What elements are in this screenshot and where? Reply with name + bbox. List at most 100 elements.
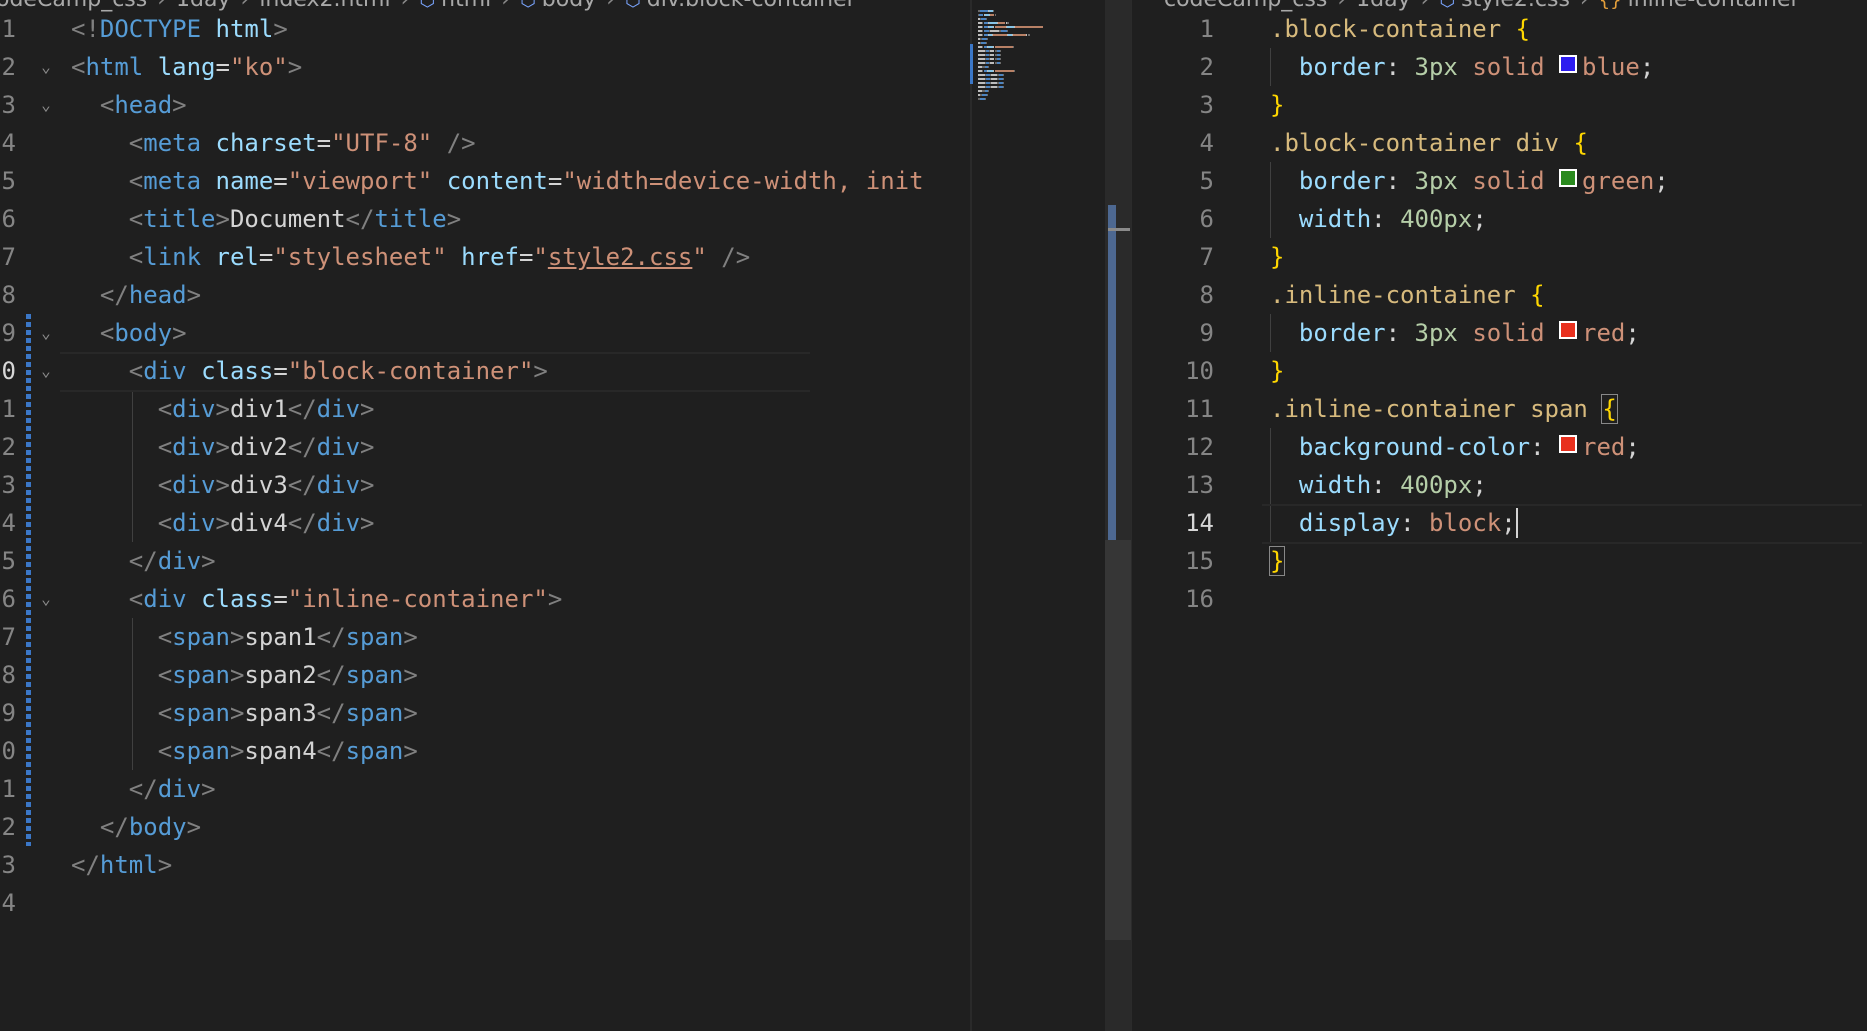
chevron-down-icon[interactable]: ⌄ — [36, 86, 56, 124]
code-token: </ — [287, 395, 317, 423]
code-token: solid — [1472, 167, 1545, 195]
chevron-down-icon[interactable]: ⌄ — [36, 314, 56, 352]
code-line[interactable]: <head> — [71, 86, 187, 124]
code-token: background-color — [1298, 433, 1531, 461]
code-token: < — [157, 623, 173, 651]
code-line[interactable]: border: 3px solid blue; — [1270, 48, 1654, 86]
current-line-highlight — [60, 352, 810, 392]
code-line[interactable]: width: 400px; — [1270, 466, 1487, 504]
code-line[interactable]: </div> — [71, 542, 216, 580]
breadcrumb-item[interactable]: inline-container — [1628, 0, 1800, 12]
code-token: "stylesheet" — [273, 243, 447, 271]
code-line[interactable]: border: 3px solid red; — [1270, 314, 1640, 352]
code-token: 3px — [1414, 319, 1458, 347]
code-line[interactable]: <div>div3</div> — [71, 466, 375, 504]
code-line[interactable]: width: 400px; — [1270, 200, 1487, 238]
code-line[interactable]: } — [1268, 542, 1286, 580]
code-line[interactable]: .block-container { — [1270, 10, 1530, 48]
color-swatch[interactable] — [1559, 55, 1578, 73]
code-line[interactable]: <div class="inline-container"> — [71, 580, 563, 618]
line-number: 0 — [1, 737, 16, 765]
code-line[interactable]: <body> — [71, 314, 187, 352]
code-token: charset — [215, 129, 317, 157]
code-line[interactable]: <!DOCTYPE html> — [71, 10, 288, 48]
color-swatch[interactable] — [1559, 435, 1577, 453]
code-token: : — [1530, 433, 1559, 461]
code-line[interactable]: <meta name="viewport" content="width=dev… — [71, 162, 924, 200]
css-editor-pane[interactable]: codeCamp_css›1day›⬡style2.css›{}inline-c… — [1131, 0, 1867, 1031]
code-line[interactable]: <html lang="ko"> — [71, 48, 302, 86]
minimap[interactable] — [970, 10, 1113, 110]
code-token: .block-container — [1270, 15, 1502, 43]
code-token: DOCTYPE — [99, 15, 202, 43]
code-line[interactable]: } — [1270, 238, 1284, 276]
code-token: < — [157, 433, 173, 461]
code-line[interactable]: } — [1270, 86, 1284, 124]
code-line[interactable]: <span>span2</span> — [71, 656, 418, 694]
chevron-right-icon: › — [501, 0, 510, 12]
color-swatch[interactable] — [1559, 169, 1578, 187]
breadcrumb-item[interactable]: html — [441, 0, 491, 12]
minimap-stroke — [987, 66, 989, 68]
code-token: > — [157, 851, 173, 879]
code-line[interactable]: </html> — [71, 846, 172, 884]
code-line[interactable]: </body> — [71, 808, 201, 846]
code-line[interactable]: </div> — [71, 770, 216, 808]
code-token: red — [1582, 433, 1626, 461]
html-editor-pane[interactable]: odeCamp_css›1day›index2.html›⬡html›⬡body… — [0, 0, 1131, 1031]
minimap-stroke — [978, 62, 985, 64]
code-line[interactable]: <span>span1</span> — [71, 618, 418, 656]
code-line[interactable]: border: 3px solid green; — [1270, 162, 1669, 200]
minimap-stroke — [1003, 78, 1005, 80]
line-number: 4 — [1, 129, 16, 157]
code-line[interactable]: .inline-container { — [1270, 276, 1545, 314]
code-line[interactable]: <div>div2</div> — [71, 428, 375, 466]
code-line[interactable]: } — [1270, 352, 1284, 390]
scrollbar-thumb[interactable] — [1108, 205, 1116, 540]
line-number: 9 — [1199, 319, 1214, 347]
code-line[interactable]: <link rel="stylesheet" href="style2.css"… — [71, 238, 750, 276]
code-line[interactable]: <span>span4</span> — [71, 732, 418, 770]
chevron-down-icon[interactable]: ⌄ — [36, 580, 56, 618]
chevron-down-icon[interactable]: ⌄ — [36, 352, 56, 390]
code-token: span4 — [244, 737, 317, 765]
code-line[interactable]: .inline-container span { — [1270, 390, 1618, 428]
code-token: : — [1385, 53, 1415, 81]
code-line[interactable]: <div>div1</div> — [71, 390, 375, 428]
code-token: > — [403, 737, 418, 765]
breadcrumb-item[interactable]: body — [542, 0, 596, 12]
breadcrumb-item[interactable]: div.block-container — [647, 0, 856, 12]
current-line-highlight — [1262, 504, 1862, 544]
code-line[interactable]: </head> — [71, 276, 201, 314]
code-line[interactable]: <meta charset="UTF-8" /> — [71, 124, 476, 162]
chevron-down-icon[interactable]: ⌄ — [36, 48, 56, 86]
code-token: span — [345, 661, 404, 689]
code-token: .inline-container — [1270, 281, 1516, 309]
minimap-stroke — [994, 14, 996, 16]
code-line[interactable]: <span>span3</span> — [71, 694, 418, 732]
code-token: = — [273, 585, 288, 613]
code-line[interactable]: .block-container div { — [1270, 124, 1588, 162]
code-line[interactable]: background-color: red; — [1270, 428, 1640, 466]
code-line[interactable]: <title>Document</title> — [71, 200, 461, 238]
color-swatch[interactable] — [1559, 321, 1578, 339]
code-token: html — [85, 53, 144, 81]
code-token: = — [215, 53, 230, 81]
minimap-stroke — [1003, 74, 1005, 76]
minimap-current-line — [970, 44, 973, 84]
code-token: > — [172, 319, 187, 347]
code-token: width — [1298, 205, 1372, 233]
code-token: { — [1573, 129, 1588, 157]
code-token: < — [128, 585, 144, 613]
code-line[interactable]: <div>div4</div> — [71, 504, 375, 542]
code-token: } — [1270, 243, 1285, 271]
code-token: href — [461, 243, 519, 271]
code-token: > — [215, 395, 230, 423]
